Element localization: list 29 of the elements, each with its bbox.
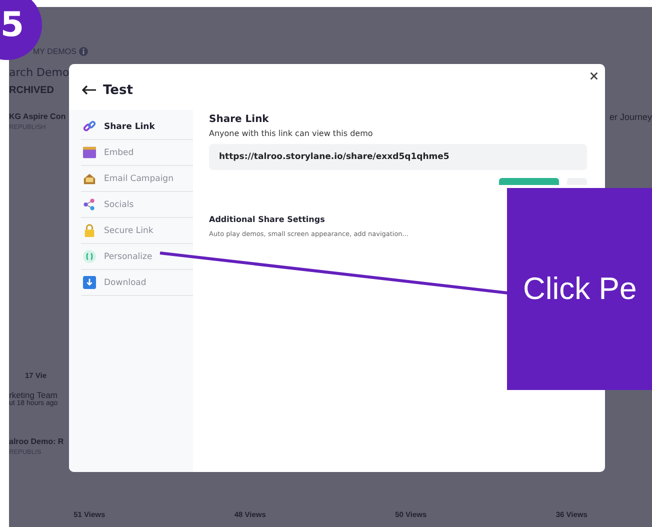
share-nodes-icon [83, 198, 96, 211]
menu-item[interactable]: Socials [81, 192, 193, 218]
menu-item[interactable]: Secure Link [81, 218, 193, 244]
menu-item[interactable]: Personalize [81, 244, 193, 270]
dialog-title: Test [103, 82, 133, 98]
link-field[interactable]: https://talroo.storylane.io/share/exxd5q1qhme5 [209, 144, 587, 170]
menu-item[interactable]: Share Link [81, 114, 193, 140]
menu-item[interactable]: Email Campaign [81, 166, 193, 192]
menu-item[interactable]: Download [81, 270, 193, 296]
menu-item[interactable]: Embed [81, 140, 193, 166]
callout-text: Click Pe [523, 271, 637, 307]
team-name: rketing Team [9, 390, 58, 400]
section-title: Share Link [209, 114, 270, 125]
lock-icon [83, 224, 96, 237]
info-icon [79, 47, 88, 56]
section-description: Anyone with this link can view this demo [209, 129, 374, 138]
window-icon [83, 146, 96, 159]
brackets-icon [83, 250, 96, 263]
demo-title: er Journey [609, 112, 652, 122]
demo-title: alroo Demo: R [9, 437, 64, 446]
section-title: Additional Share Settings [209, 215, 326, 224]
filter-label: RCHIVED [9, 85, 54, 96]
back-arrow-icon[interactable] [81, 85, 97, 95]
mail-bag-icon [83, 172, 96, 185]
download-icon [83, 276, 96, 289]
search-field[interactable]: arch Demo [9, 66, 69, 79]
link-icon [83, 120, 96, 133]
close-icon[interactable] [590, 72, 598, 80]
demo-title: KG Aspire Con [9, 112, 66, 121]
